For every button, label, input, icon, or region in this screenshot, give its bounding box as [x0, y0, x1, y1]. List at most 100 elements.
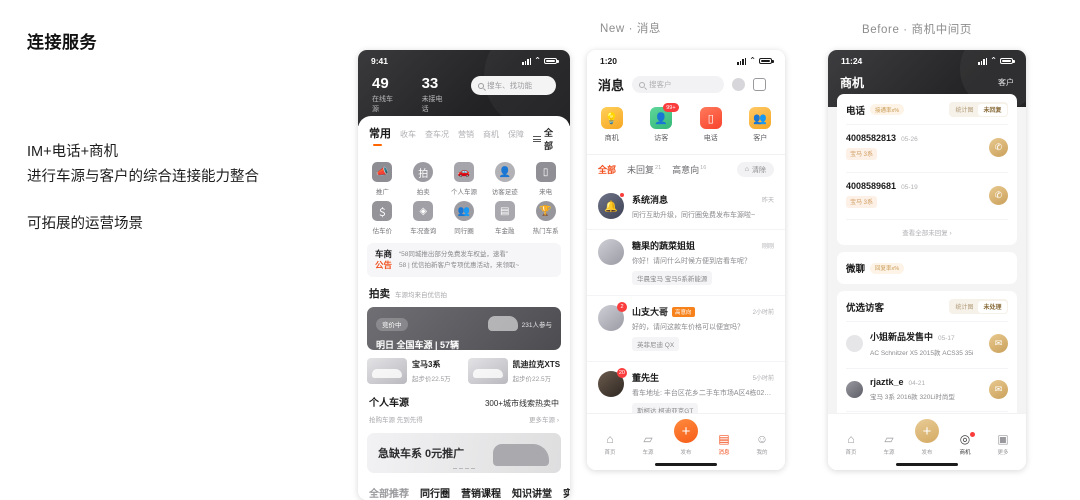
tab-home[interactable]: ⌂ 首页 — [832, 433, 870, 456]
search-input[interactable]: 搜客户 — [632, 76, 725, 93]
tab-yingxiao[interactable]: 营销 — [458, 129, 474, 140]
tab-more[interactable]: ▣ 更多 — [984, 433, 1022, 456]
quick-entry-visitor[interactable]: 99+ 👤 访客 — [637, 103, 687, 143]
car-thumbnail — [467, 358, 508, 385]
announcement-tag: 车商 公告 — [375, 249, 393, 271]
tab-shouche[interactable]: 收车 — [400, 129, 416, 140]
quick-entry-opportunity[interactable]: 💡 商机 — [587, 107, 637, 143]
plus-icon: + — [674, 419, 698, 443]
tab-cars[interactable]: ▱ 车源 — [629, 433, 667, 456]
grid-item[interactable]: ◈ 车况查询 — [403, 201, 444, 235]
car-card[interactable]: 凯迪拉克XTS 起步价22.5万 — [467, 358, 562, 385]
tab-chachekuang[interactable]: 查车况 — [425, 129, 449, 140]
filter-count: 21 — [655, 165, 662, 171]
chat-card[interactable]: 微聊 回复率x% — [837, 252, 1017, 284]
promo-banner[interactable]: 急缺车系 0元推广 — [367, 433, 561, 474]
more-cars-link[interactable]: 300+城市线索热卖中 更多车源 › — [485, 393, 559, 424]
table-row[interactable]: rjaztk_e 04-21 宝马 3系 2016款 320Li时尚型 ✉ — [846, 368, 1008, 405]
trophy-icon: 🏆 — [535, 201, 556, 222]
seg-unhandled[interactable]: 未处理 — [978, 300, 1007, 313]
caption-before: Before · 商机中间页 — [862, 24, 973, 36]
auction-card[interactable]: 竞价中 明日 全国车源 | 57辆 231人参与 — [367, 307, 561, 351]
tab-home[interactable]: ⌂ 首页 — [591, 433, 629, 456]
seg-chart[interactable]: 统计图 — [950, 104, 978, 116]
rate-badge: 接通率x% — [870, 104, 905, 115]
messages-header: 消息 搜客户 — [587, 72, 785, 103]
announcement-line-1: “58同城推出部分免费发车权益，速看” — [399, 251, 509, 259]
filter-unreplied[interactable]: 未回复21 — [627, 163, 661, 176]
message-time: 5小时前 — [752, 376, 774, 382]
seg-chart[interactable]: 统计图 — [950, 301, 978, 313]
tab-publish[interactable]: + 发布 — [908, 419, 946, 456]
content-tab-courses[interactable]: 营销课程 精选好课 — [461, 485, 501, 500]
content-tab-all[interactable]: 全部推荐 猜你喜欢 — [369, 485, 409, 500]
tab-messages[interactable]: ▤ 消息 — [705, 433, 743, 456]
more-icon: ▣ — [997, 432, 1009, 446]
grid-item[interactable]: 👤 访客足迹 — [484, 162, 525, 196]
grid-item[interactable]: 拍拍卖 — [403, 162, 444, 196]
table-row[interactable]: 4008589681 05-19 宝马 3系 ✆ — [846, 172, 1008, 213]
battery-icon — [544, 57, 559, 65]
grid-item[interactable]: ＄估车价 — [362, 201, 403, 235]
lead-number: 4008589681 — [846, 181, 897, 191]
list-item[interactable]: 2 山支大哥 高意向 2小时前 好的，请问这款车价格可以便宜吗？ 英菲尼迪 QX — [587, 296, 785, 362]
quick-entry-phone[interactable]: ▯ 电话 — [686, 107, 736, 143]
signal-icon — [737, 57, 747, 65]
tab-opportunity[interactable]: ◎ 商机 — [946, 432, 984, 456]
tab-publish[interactable]: + 发布 — [667, 419, 705, 456]
grid-item[interactable]: ▤ 车金融 — [484, 201, 525, 235]
list-item[interactable]: 🔔 系统消息 昨天 同行互助升级，同行圈免费发布车源啦~ — [587, 184, 785, 230]
lead-number: 4008582813 — [846, 133, 897, 143]
car-card[interactable]: 宝马3系 起步价22.5万 — [367, 358, 461, 385]
view-all-unhandled-link[interactable]: 查看全部未处理（86）› — [846, 411, 1008, 413]
clear-button[interactable]: ⌂ 清除 — [736, 162, 774, 177]
content-tab-practical[interactable]: 实用 提升 — [563, 485, 570, 500]
reply-button[interactable]: ✉ — [989, 334, 1008, 353]
grid-item[interactable]: 📣 推广 — [362, 162, 403, 196]
grid-item[interactable]: 🏆 热门车系 — [525, 201, 566, 235]
quick-entry-customer[interactable]: 👥 客户 — [736, 107, 786, 143]
grid-item[interactable]: 👥 同行圈 — [444, 201, 485, 235]
car-icon: ▱ — [643, 432, 653, 446]
auction-section-header: 拍卖 车源均来自优信拍 — [358, 277, 570, 301]
home-icon: ⌂ — [847, 432, 855, 446]
tab-cars[interactable]: ▱ 车源 — [870, 433, 908, 456]
body-line-1: IM+电话+商机 — [27, 144, 119, 160]
status-badge: 高意向 — [672, 306, 695, 317]
list-item[interactable]: 20 董先生 5小时前 看车地址: 丰台区花乡二手车市场A区4栋02室... 斯… — [587, 362, 785, 413]
view-all-unreplied-link[interactable]: 查看全部未回复 › — [846, 219, 1008, 237]
visit-date: 04-21 — [908, 380, 926, 387]
message-sender: 糖果的蔬菜姐姐 — [632, 241, 696, 251]
call-button[interactable]: ✆ — [989, 185, 1008, 205]
compose-icon[interactable] — [753, 78, 767, 91]
grid-item[interactable]: 🚗 个人车源 — [444, 162, 485, 196]
seg-unreplied[interactable]: 未回复 — [978, 103, 1007, 116]
car-price: 起步价22.5万 — [412, 376, 451, 384]
content-tab-peers[interactable]: 同行圈 求购交流 — [420, 485, 450, 500]
list-item[interactable]: 糖果的蔬菜姐姐 刚刚 你好！请问什么时候方便到店看车呢？ 华晨宝马 宝马5系新能… — [587, 230, 785, 296]
call-button[interactable]: ✆ — [989, 137, 1008, 157]
car-icon: ▱ — [884, 432, 894, 446]
peer-circle-icon: 👥 — [453, 201, 474, 222]
all-categories-button[interactable]: 全部 — [533, 126, 559, 152]
grid-item[interactable]: ▯ 来电 — [525, 162, 566, 196]
table-row[interactable]: 小姐新品发售中 05-17 AC Schnitzer X5 2015款 ACS3… — [846, 321, 1008, 361]
filter-high-intent[interactable]: 高意向16 — [672, 163, 706, 176]
tab-profile[interactable]: ☺ 我的 — [743, 433, 781, 456]
tab-baozhang[interactable]: 保障 — [508, 129, 524, 140]
customers-link[interactable]: 客户 — [998, 77, 1014, 88]
search-input[interactable]: 搜车、找功能 — [471, 76, 556, 95]
tab-changyong[interactable]: 常用 — [369, 125, 391, 146]
content-tab-knowledge[interactable]: 知识讲堂 必备知识 — [512, 485, 552, 500]
auction-car-image — [487, 316, 518, 332]
filter-all[interactable]: 全部 — [598, 163, 616, 176]
table-row[interactable]: 4008582813 05-26 宝马 3系 ✆ — [846, 124, 1008, 165]
car-tag: 宝马 3系 — [846, 195, 878, 208]
phone-mockup-opportunity: 11:24 ⌃ 商机 客户 电话 接通率x% 统计图 未回复 400858281… — [828, 50, 1026, 470]
tab-shangji[interactable]: 商机 — [483, 129, 499, 140]
announcement-card[interactable]: 车商 公告 “58同城推出部分免费发车权益，速看” 58 | 优信拍新客户专项优… — [367, 243, 561, 278]
reply-button[interactable]: ✉ — [989, 379, 1008, 399]
mute-icon[interactable] — [732, 78, 746, 91]
message-sender: 系统消息 — [632, 195, 669, 205]
message-sender: 董先生 — [632, 373, 660, 383]
